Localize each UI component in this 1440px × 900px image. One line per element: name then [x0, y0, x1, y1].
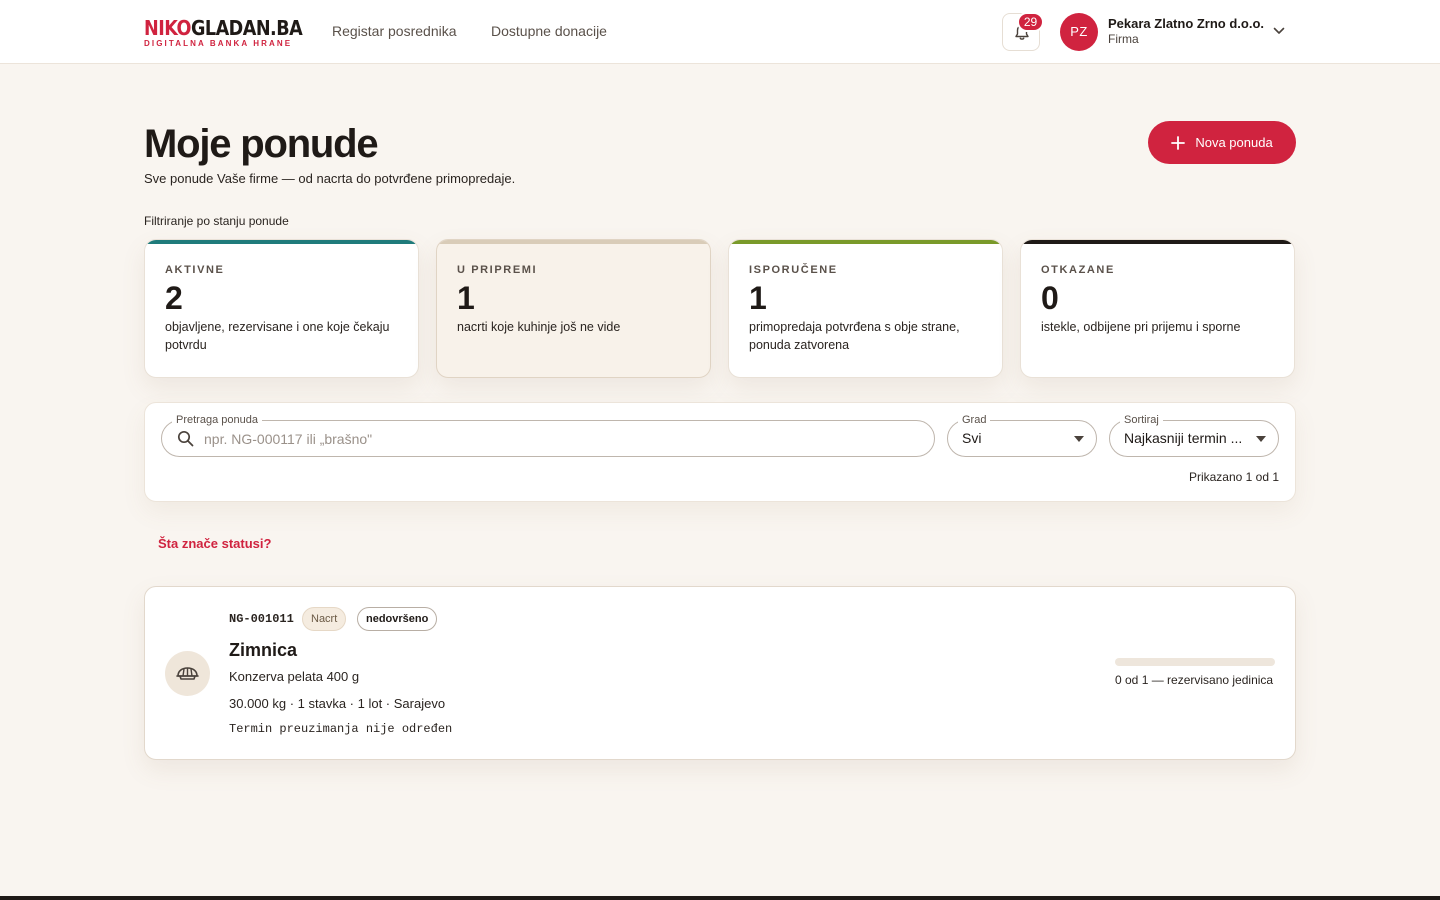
reservation-progress-text: 0 od 1 — rezervisano jedinica: [1115, 673, 1274, 687]
site-logo[interactable]: NIKOGLADAN.BA DIGITALNA BANKA HRANE: [144, 16, 303, 48]
reservation-progress-bar: [1115, 658, 1275, 666]
offer-pickup-time: Termin preuzimanja nije određen: [229, 722, 453, 736]
page-title: Moje ponude: [144, 122, 379, 166]
status-help-link[interactable]: Šta znače statusi?: [158, 536, 271, 551]
notifications-count-badge: 29: [1017, 12, 1044, 32]
status-card-count: 0: [1041, 280, 1059, 316]
account-type: Firma: [1108, 32, 1139, 46]
offer-icon-circle: [165, 651, 210, 696]
status-card-count: 1: [749, 280, 767, 316]
city-select-label: Grad: [958, 413, 991, 427]
footer-edge: [0, 896, 1440, 900]
status-card-count: 2: [165, 280, 183, 316]
search-field[interactable]: Pretraga ponuda: [161, 413, 935, 457]
user-avatar[interactable]: PZ: [1060, 13, 1098, 51]
plus-icon: [1171, 135, 1186, 150]
status-card-stripe: [145, 240, 418, 244]
status-card-count: 1: [457, 280, 475, 316]
search-filter-panel: Pretraga ponuda Grad Svi Sortiraj Najkas…: [144, 402, 1296, 502]
nav-link-brokers-registry[interactable]: Registar posrednika: [332, 23, 457, 39]
offer-status-badge: Nacrt: [302, 607, 347, 631]
status-card-description: primopredaja potvrđena s obje strane, po…: [749, 320, 960, 352]
account-menu[interactable]: Pekara Zlatno Zrno d.o.o. Firma: [1108, 16, 1264, 47]
food-bowl-icon: [176, 667, 199, 680]
top-navigation-bar: NIKOGLADAN.BA DIGITALNA BANKA HRANE Regi…: [0, 0, 1440, 64]
status-card-description: nacrti koje kuhinje još ne vide: [457, 320, 621, 334]
status-card-in-preparation[interactable]: U PRIPREMI 1 nacrti koje kuhinje još ne …: [436, 239, 711, 378]
search-icon: [177, 430, 194, 447]
status-card-delivered[interactable]: ISPORUČENE 1 primopredaja potvrđena s ob…: [728, 239, 1003, 378]
caret-down-icon: [1256, 436, 1266, 442]
status-card-description: istekle, odbijene pri prijemu i sporne: [1041, 320, 1241, 334]
caret-down-icon: [1074, 436, 1084, 442]
filter-section-label: Filtriranje po stanju ponude: [144, 214, 289, 228]
new-offer-label: Nova ponuda: [1195, 135, 1273, 150]
city-select[interactable]: Grad Svi: [947, 413, 1097, 457]
status-card-label: U PRIPREMI: [457, 264, 538, 276]
logo-tagline: DIGITALNA BANKA HRANE: [144, 39, 293, 48]
logo-wordmark: NIKOGLADAN.BA: [144, 16, 303, 40]
status-card-stripe: [1021, 240, 1294, 244]
chevron-down-icon[interactable]: [1272, 26, 1286, 36]
status-card-label: ISPORUČENE: [749, 264, 838, 276]
status-card-label: AKTIVNE: [165, 264, 225, 276]
new-offer-button[interactable]: Nova ponuda: [1148, 121, 1296, 164]
offer-details: 30.000 kg · 1 stavka · 1 lot · Sarajevo: [229, 696, 446, 711]
sort-select-label: Sortiraj: [1120, 413, 1163, 427]
offer-title: Zimnica: [229, 640, 298, 660]
status-card-cancelled[interactable]: OTKAZANE 0 istekle, odbijene pri prijemu…: [1020, 239, 1295, 378]
offer-completeness-badge: nedovršeno: [357, 607, 438, 631]
status-card-label: OTKAZANE: [1041, 264, 1115, 276]
page-subtitle: Sve ponude Vaše firme — od nacrta do pot…: [144, 171, 516, 186]
search-input[interactable]: [204, 421, 924, 456]
status-card-active[interactable]: AKTIVNE 2 objavljene, rezervisane i one …: [144, 239, 419, 378]
offer-item: Konzerva pelata 400 g: [229, 669, 360, 684]
status-card-description: objavljene, rezervisane i one koje čekaj…: [165, 320, 390, 352]
offer-code: NG-001011: [229, 612, 294, 626]
status-card-stripe: [729, 240, 1002, 244]
sort-select-value: Najkasniji termin ...: [1124, 430, 1243, 446]
nav-link-available-donations[interactable]: Dostupne donacije: [491, 23, 607, 39]
city-select-value: Svi: [962, 430, 982, 446]
sort-select[interactable]: Sortiraj Najkasniji termin ...: [1109, 413, 1279, 457]
results-count: Prikazano 1 od 1: [1188, 470, 1279, 484]
offer-card[interactable]: NG-001011 Nacrt nedovršeno Zimnica Konze…: [144, 586, 1296, 760]
company-name: Pekara Zlatno Zrno d.o.o.: [1108, 16, 1265, 31]
status-card-stripe: [437, 240, 710, 244]
